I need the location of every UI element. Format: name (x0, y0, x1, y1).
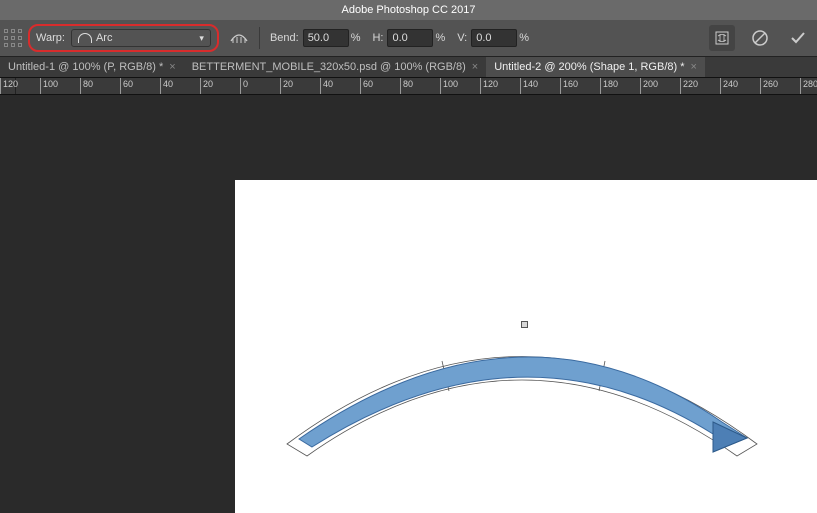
ruler-tick-label: 20 (283, 79, 293, 89)
arc-icon (78, 33, 92, 43)
document-tabs-bar: Untitled-1 @ 100% (P, RGB/8) * × BETTERMEN… (0, 56, 817, 78)
ruler-tick-label: 100 (443, 79, 458, 89)
horizontal-ruler: 1201008060402002040608010012014016018020… (0, 78, 817, 95)
ruler-tick: 160 (560, 78, 561, 94)
warp-style-value: Arc (96, 32, 113, 44)
ruler-tick: 200 (640, 78, 641, 94)
switch-mode-button[interactable] (709, 25, 735, 51)
warp-orientation-icon[interactable] (229, 27, 249, 50)
tab-label: Untitled-1 @ 100% (P, RGB/8) * (8, 61, 163, 73)
ruler-tick: 260 (760, 78, 761, 94)
warp-highlight-callout: Warp: Arc ▾ (28, 24, 219, 52)
close-icon[interactable]: × (472, 61, 478, 73)
ruler-tick-label: 140 (523, 79, 538, 89)
ruler-tick-label: 80 (83, 79, 93, 89)
v-distort-unit: % (519, 32, 529, 44)
ruler-tick-label: 280 (803, 79, 817, 89)
warp-style-dropdown[interactable]: Arc ▾ (71, 29, 211, 47)
close-icon[interactable]: × (169, 61, 175, 73)
ruler-tick-label: 40 (163, 79, 173, 89)
ruler-tick: 220 (680, 78, 681, 94)
commit-transform-button[interactable] (785, 25, 811, 51)
tab-label: BETTERMENT_MOBILE_320x50.psd @ 100% (RGB… (192, 61, 466, 73)
options-bar: Warp: Arc ▾ Bend: % H: % V: % (0, 20, 817, 56)
bend-label: Bend: (270, 32, 299, 44)
v-distort-input[interactable] (471, 29, 517, 47)
ruler-tick: 240 (720, 78, 721, 94)
ruler-tick: 100 (40, 78, 41, 94)
ruler-tick: 40 (160, 78, 161, 94)
ruler-tick: 100 (440, 78, 441, 94)
warped-shape[interactable] (277, 314, 767, 464)
ruler-tick-label: 180 (603, 79, 618, 89)
ruler-tick: 120 (0, 78, 1, 94)
ruler-tick-label: 260 (763, 79, 778, 89)
ruler-tick-label: 20 (203, 79, 213, 89)
reference-point-grid[interactable] (4, 29, 22, 47)
bend-input[interactable] (303, 29, 349, 47)
ruler-tick: 180 (600, 78, 601, 94)
ruler-tick-label: 160 (563, 79, 578, 89)
v-distort-label: V: (457, 32, 467, 44)
ruler-tick: 20 (280, 78, 281, 94)
ruler-tick: 60 (120, 78, 121, 94)
ruler-tick-label: 40 (323, 79, 333, 89)
document-tab[interactable]: Untitled-1 @ 100% (P, RGB/8) * × (0, 57, 184, 77)
ruler-tick: 60 (360, 78, 361, 94)
ruler-tick-label: 240 (723, 79, 738, 89)
tab-label: Untitled-2 @ 200% (Shape 1, RGB/8) * (494, 61, 684, 73)
warp-label: Warp: (36, 32, 65, 44)
cancel-transform-button[interactable] (747, 25, 773, 51)
chevron-down-icon: ▾ (199, 33, 204, 44)
warp-top-handle[interactable] (521, 321, 528, 328)
ruler-tick: 280 (800, 78, 801, 94)
ruler-tick-label: 60 (123, 79, 133, 89)
ruler-tick: 0 (240, 78, 241, 94)
h-distort-input[interactable] (387, 29, 433, 47)
close-icon[interactable]: × (691, 61, 697, 73)
workspace (0, 95, 817, 513)
h-distort-unit: % (435, 32, 445, 44)
document-tab[interactable]: Untitled-2 @ 200% (Shape 1, RGB/8) * × (486, 57, 705, 77)
ruler-tick-label: 80 (403, 79, 413, 89)
ruler-tick: 20 (200, 78, 201, 94)
ruler-tick-label: 0 (243, 79, 248, 89)
document-tab[interactable]: BETTERMENT_MOBILE_320x50.psd @ 100% (RGB… (184, 57, 486, 77)
ruler-tick: 140 (520, 78, 521, 94)
ruler-tick: 80 (400, 78, 401, 94)
ruler-tick: 40 (320, 78, 321, 94)
ruler-tick: 120 (480, 78, 481, 94)
ruler-tick-label: 120 (483, 79, 498, 89)
app-title-bar: Adobe Photoshop CC 2017 (0, 0, 817, 20)
ruler-tick-label: 100 (43, 79, 58, 89)
ruler-tick-label: 60 (363, 79, 373, 89)
ruler-tick-label: 220 (683, 79, 698, 89)
ruler-tick-label: 120 (3, 79, 18, 89)
h-distort-label: H: (372, 32, 383, 44)
ruler-tick: 80 (80, 78, 81, 94)
bend-unit: % (351, 32, 361, 44)
ruler-tick-label: 200 (643, 79, 658, 89)
